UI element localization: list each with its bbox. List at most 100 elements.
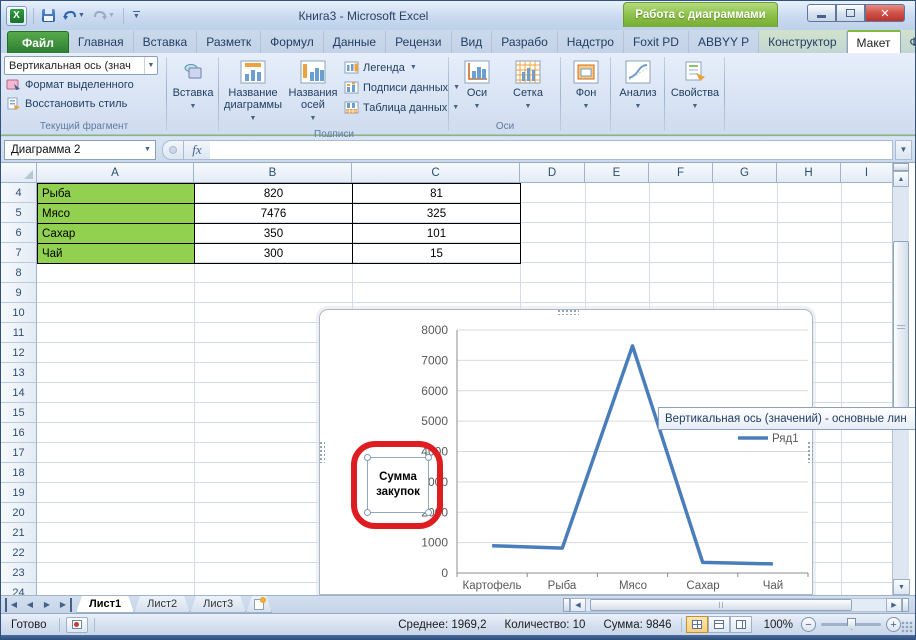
column-header[interactable]: F xyxy=(649,163,713,183)
tab-konstruktor[interactable]: Конструктор xyxy=(759,31,846,53)
row-header[interactable]: 17 xyxy=(1,443,37,463)
analysis-button[interactable]: Анализ ▼ xyxy=(614,56,662,115)
vertical-scrollbar[interactable]: ▲ ▼ xyxy=(892,163,909,595)
zoom-level[interactable]: 100% xyxy=(756,619,801,631)
ribbon-tab[interactable]: ABBYY P xyxy=(689,31,759,53)
normal-view-button[interactable] xyxy=(686,616,708,633)
selection-handle[interactable] xyxy=(425,454,432,461)
row-header[interactable]: 22 xyxy=(1,543,37,563)
excel-app-icon[interactable]: X xyxy=(6,6,27,26)
column-header[interactable]: B xyxy=(194,163,352,183)
row-header[interactable]: 18 xyxy=(1,463,37,483)
cell-value-c[interactable]: 325 xyxy=(353,204,521,224)
row-header[interactable]: 5 xyxy=(1,203,37,223)
customize-qat-button[interactable]: ▼ xyxy=(130,7,142,25)
row-header[interactable]: 13 xyxy=(1,363,37,383)
row-header[interactable]: 24 xyxy=(1,583,37,595)
redo-button[interactable]: ▼ xyxy=(91,7,117,25)
row-header[interactable]: 7 xyxy=(1,243,37,263)
tab-format[interactable]: Формат xyxy=(901,31,916,53)
chart-element-selector[interactable]: Вертикальная ось (знач ▼ xyxy=(4,56,158,75)
column-header[interactable]: I xyxy=(841,163,892,183)
gridlines-button[interactable]: Сетка ▼ xyxy=(502,56,554,115)
row-header[interactable]: 19 xyxy=(1,483,37,503)
ribbon-tab[interactable]: Рецензи xyxy=(386,31,451,53)
row-header[interactable]: 16 xyxy=(1,423,37,443)
zoom-in-button[interactable]: + xyxy=(886,617,901,632)
scroll-left-button[interactable]: ◀ xyxy=(570,598,586,612)
ribbon-tab[interactable]: Вид xyxy=(452,31,493,53)
insert-shapes-button[interactable]: Вставка ▼ xyxy=(170,56,216,115)
chart-title-button[interactable]: Название диаграммы ▼ xyxy=(222,56,284,127)
cell-value-c[interactable]: 15 xyxy=(353,244,521,264)
ribbon-tab[interactable]: Главная xyxy=(69,31,134,53)
cell-category[interactable]: Чай xyxy=(38,244,195,264)
row-header[interactable]: 21 xyxy=(1,523,37,543)
row-header[interactable]: 14 xyxy=(1,383,37,403)
row-header[interactable]: 8 xyxy=(1,263,37,283)
row-header[interactable]: 4 xyxy=(1,183,37,203)
row-header[interactable]: 11 xyxy=(1,323,37,343)
ribbon-tab[interactable]: Данные xyxy=(324,31,386,53)
chart-resize-handle-right[interactable] xyxy=(807,441,813,463)
column-header[interactable]: G xyxy=(713,163,777,183)
background-button[interactable]: Фон ▼ xyxy=(564,56,608,115)
chart-resize-handle-left[interactable] xyxy=(319,441,325,463)
page-break-view-button[interactable] xyxy=(730,616,752,633)
row-header[interactable]: 6 xyxy=(1,223,37,243)
data-table-button[interactable]: Таблица данных ▼ xyxy=(342,98,462,117)
tab-file[interactable]: Файл xyxy=(7,31,69,53)
row-header[interactable]: 12 xyxy=(1,343,37,363)
insert-function-button[interactable]: fx xyxy=(184,140,210,160)
row-header[interactable]: 15 xyxy=(1,403,37,423)
maximize-button[interactable] xyxy=(836,4,865,22)
row-header[interactable]: 10 xyxy=(1,303,37,323)
legend-button[interactable]: Легенда ▼ xyxy=(342,58,462,77)
insert-sheet-button[interactable] xyxy=(246,596,272,613)
cell-value-b[interactable]: 300 xyxy=(195,244,353,264)
selection-handle[interactable] xyxy=(425,509,432,516)
page-layout-view-button[interactable] xyxy=(708,616,730,633)
vertical-axis-title[interactable]: Сумма закупок xyxy=(367,457,429,513)
next-sheet-button[interactable]: ▶ xyxy=(39,598,55,612)
close-button[interactable]: ✕ xyxy=(865,4,905,22)
column-header[interactable]: H xyxy=(777,163,841,183)
first-sheet-button[interactable]: ◀ xyxy=(5,598,21,612)
sheet-tab-list2[interactable]: Лист2 xyxy=(134,596,190,613)
column-header[interactable]: C xyxy=(352,163,520,183)
column-header[interactable]: E xyxy=(585,163,649,183)
ribbon-tab[interactable]: Вставка xyxy=(134,31,198,53)
contextual-tools-header[interactable]: Работа с диаграммами xyxy=(623,2,778,27)
cell-value-b[interactable]: 7476 xyxy=(195,204,353,224)
horizontal-scrollbar[interactable]: ◀ ▶ xyxy=(563,597,909,613)
ribbon-tab[interactable]: Надстро xyxy=(558,31,624,53)
axes-button[interactable]: Оси ▼ xyxy=(452,56,502,115)
tab-maket-active[interactable]: Макет xyxy=(847,30,901,53)
horizontal-scroll-track[interactable] xyxy=(586,598,886,612)
ribbon-tab[interactable]: Формул xyxy=(261,31,324,53)
cell-value-b[interactable]: 350 xyxy=(195,224,353,244)
row-header[interactable]: 23 xyxy=(1,563,37,583)
scroll-right-button[interactable]: ▶ xyxy=(886,598,902,612)
reset-style-button[interactable]: Восстановить стиль xyxy=(4,94,164,113)
row-header[interactable]: 9 xyxy=(1,283,37,303)
previous-sheet-button[interactable]: ◀ xyxy=(22,598,38,612)
formula-input[interactable] xyxy=(210,140,893,160)
name-box[interactable]: Диаграмма 2 ▼ xyxy=(4,140,156,160)
cell-category[interactable]: Рыба xyxy=(38,184,195,204)
ribbon-tab[interactable]: Разрабо xyxy=(492,31,558,53)
axis-titles-button[interactable]: Названия осей ▼ xyxy=(284,56,342,127)
scroll-down-button[interactable]: ▼ xyxy=(893,579,910,595)
cell-category[interactable]: Сахар xyxy=(38,224,195,244)
cell-category[interactable]: Мясо xyxy=(38,204,195,224)
minimize-button[interactable] xyxy=(807,4,836,22)
select-all-corner[interactable] xyxy=(1,163,37,183)
properties-button[interactable]: Свойства ▼ xyxy=(668,56,722,115)
resize-grip[interactable] xyxy=(901,621,913,633)
save-button[interactable] xyxy=(40,7,57,25)
sheet-tab-list3[interactable]: Лист3 xyxy=(190,596,246,613)
zoom-slider-track[interactable] xyxy=(821,623,881,626)
redo-dropdown-icon[interactable]: ▼ xyxy=(108,12,115,19)
zoom-out-button[interactable]: − xyxy=(801,617,816,632)
last-sheet-button[interactable]: ▶ xyxy=(56,598,72,612)
